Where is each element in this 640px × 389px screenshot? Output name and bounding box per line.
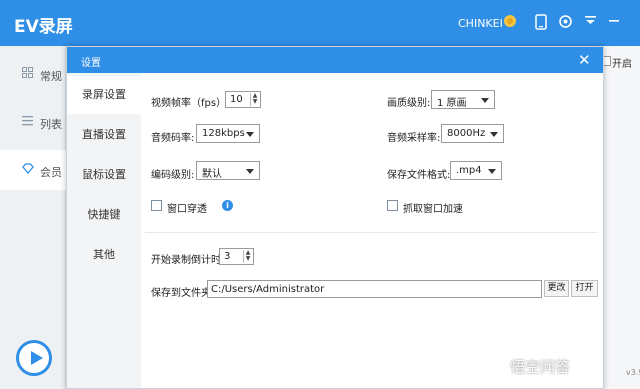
version-label: v3.9 [626,368,640,377]
save-folder-label: 保存到文件夹: [151,288,215,299]
countdown-label: 开始录制倒计时: [151,255,225,266]
countdown-value: 3 [224,251,231,262]
grid-icon [22,67,33,81]
samplerate-select[interactable]: 8000Hz [441,124,504,143]
stepper-arrows-icon[interactable]: ▲ ▼ [243,250,252,263]
list-icon [22,115,33,129]
chevron-down-icon [246,132,254,137]
save-folder-value: C:/Users/Administrator [211,284,325,295]
sidebar-item-list[interactable]: 列表 [0,102,66,142]
tab-live-settings[interactable]: 直播设置 [67,116,141,154]
format-value: .mp4 [456,165,482,176]
samplerate-value: 8000Hz [447,128,486,139]
capture-accel-label: 抓取窗口加速 [403,204,463,215]
record-play-button[interactable] [16,340,52,376]
sidebar-item-general[interactable]: 常规 [0,54,66,94]
dialog-title: 设置 [81,58,101,69]
main-sidebar: 常规 列表 会员 [0,46,66,389]
sidebar-item-label: 列表 [40,118,62,131]
divider [145,232,597,233]
chevron-down-icon [481,98,489,103]
encoder-value: 默认 [202,169,222,180]
encoder-label: 编码级别: [151,170,195,181]
tab-hotkeys[interactable]: 快捷键 [67,196,141,234]
settings-nav: 录屏设置 直播设置 鼠标设置 快捷键 其他 [67,73,141,388]
bitrate-value: 128kbps [202,128,245,139]
change-folder-button[interactable]: 更改 [544,280,569,297]
capture-accel-checkbox[interactable] [387,200,398,211]
menu-icon[interactable] [581,14,599,32]
encoder-select[interactable]: 默认 [196,161,260,180]
coin-icon[interactable] [501,14,519,32]
open-checkbox[interactable] [603,56,611,66]
user-name[interactable]: CHINKEI [458,17,503,30]
open-label: 开启 [612,59,632,70]
format-select[interactable]: .mp4 [450,161,502,180]
sidebar-item-label: 会员 [40,166,62,179]
stepper-arrows-icon[interactable]: ▲ ▼ [250,93,259,106]
close-icon[interactable]: ✕ [578,51,591,69]
tab-other[interactable]: 其他 [67,236,141,274]
minimize-icon[interactable] [605,14,623,32]
tab-mouse-settings[interactable]: 鼠标设置 [67,156,141,194]
fps-stepper[interactable]: 10 ▲ ▼ [225,91,261,108]
bitrate-label: 音频码率: [151,133,195,144]
tab-record-settings[interactable]: 录屏设置 [67,76,141,114]
watermark: 悟空问答 [510,358,571,376]
quality-value: 1 原画 [437,98,467,109]
info-icon[interactable]: i [222,200,233,211]
dialog-header: 设置 ✕ [67,47,603,73]
samplerate-label: 音频采样率: [387,133,441,144]
chevron-down-icon [488,169,496,174]
sidebar-item-member[interactable]: 会员 [0,150,66,190]
app-title-bar: EV录屏 CHINKEI [0,0,640,46]
format-label: 保存文件格式: [387,170,451,181]
save-folder-input[interactable]: C:/Users/Administrator [207,280,542,298]
window-through-label: 窗口穿透 [167,204,207,215]
fps-value: 10 [230,94,243,105]
bitrate-select[interactable]: 128kbps [196,124,260,143]
fps-label: 视频帧率（fps）: [151,98,230,109]
sidebar-item-label: 常规 [40,70,62,83]
settings-icon[interactable] [556,14,574,32]
open-folder-button[interactable]: 打开 [571,280,598,297]
app-title: EV录屏 [14,17,73,37]
window-through-checkbox[interactable] [151,200,162,211]
phone-icon[interactable] [532,14,550,32]
quality-label: 画质级别: [387,98,431,109]
quality-select[interactable]: 1 原画 [431,90,495,109]
main-panel-edge [604,46,640,389]
countdown-stepper[interactable]: 3 ▲ ▼ [219,248,254,265]
diamond-icon [22,163,34,177]
settings-dialog: 设置 ✕ 录屏设置 直播设置 鼠标设置 快捷键 其他 视频帧率（fps）: 10… [66,46,604,389]
chevron-down-icon [490,132,498,137]
chevron-down-icon [246,169,254,174]
